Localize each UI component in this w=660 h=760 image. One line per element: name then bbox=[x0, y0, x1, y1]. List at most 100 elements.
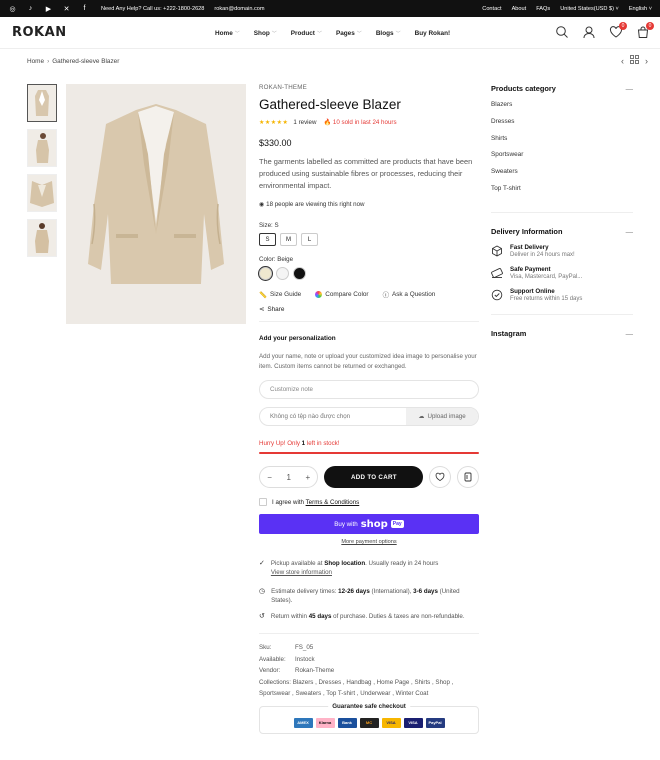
instagram-icon[interactable]: ◎ bbox=[8, 5, 17, 13]
thumbnail-2[interactable] bbox=[27, 129, 57, 167]
breadcrumb: Home › Gathered-sleeve Blazer bbox=[27, 58, 119, 65]
review-count[interactable]: 1 review bbox=[293, 119, 316, 126]
return-pre: Return within bbox=[270, 613, 309, 620]
return-days: 45 days bbox=[308, 613, 332, 620]
ask-question-link[interactable]: ⓘ Ask a Question bbox=[383, 290, 436, 299]
currency-value: United States(USD $) bbox=[560, 5, 614, 12]
color-black[interactable] bbox=[293, 267, 306, 280]
add-wishlist-button[interactable] bbox=[429, 466, 452, 488]
size-l[interactable]: L bbox=[301, 233, 318, 246]
file-name[interactable]: Không có tệp nào được chọn bbox=[260, 408, 406, 425]
divider bbox=[259, 321, 479, 322]
category-blazers[interactable]: Blazers bbox=[491, 101, 633, 118]
site-header: ROKAN Home ﹀ Shop ﹀ Product ﹀ Pages ﹀ Blogs ﹀… bbox=[0, 17, 660, 49]
language-select[interactable]: English ˅ bbox=[629, 6, 652, 12]
nav-blogs[interactable]: Blogs ﹀ bbox=[376, 30, 401, 37]
top-bar: ◎ ♪ ▶ ✕ f Need Any Help? Call us: +222-1… bbox=[0, 0, 660, 17]
shop-pay-button[interactable]: Buy with shop Pay bbox=[259, 514, 479, 534]
quantity-value[interactable]: 1 bbox=[286, 473, 290, 482]
facebook-icon[interactable]: f bbox=[80, 5, 89, 12]
pickup-info: ✓ Pickup available at Shop location. Usu… bbox=[259, 559, 479, 577]
delivery-intl: 12-26 days bbox=[338, 588, 370, 595]
categories-header[interactable]: Products category — bbox=[491, 84, 633, 93]
product-price: $330.00 bbox=[259, 138, 292, 148]
add-to-cart-button[interactable]: ADD TO CART bbox=[324, 466, 424, 488]
breadcrumb-home[interactable]: Home bbox=[27, 58, 44, 65]
color-white[interactable] bbox=[276, 267, 289, 280]
upload-button[interactable]: ☁ Upload image bbox=[406, 408, 478, 425]
tiktok-icon[interactable]: ♪ bbox=[26, 5, 35, 12]
compare-color-link[interactable]: Compare Color bbox=[315, 291, 369, 298]
color-beige[interactable] bbox=[259, 267, 272, 280]
about-link[interactable]: About bbox=[512, 6, 527, 12]
store-info-link[interactable]: View store information bbox=[271, 568, 439, 577]
thumbnail-1[interactable] bbox=[27, 84, 57, 122]
compare-button[interactable] bbox=[457, 466, 479, 488]
collapse-icon[interactable]: — bbox=[626, 329, 633, 338]
upload-field: Không có tệp nào được chọn ☁ Upload image bbox=[259, 407, 479, 426]
help-phone: Need Any Help? Call us: +222-1800-2628 bbox=[101, 5, 205, 12]
prev-product-icon[interactable]: ‹ bbox=[621, 56, 624, 66]
compare-color-label: Compare Color bbox=[325, 291, 369, 298]
category-shirts[interactable]: Shirts bbox=[491, 135, 633, 152]
account-icon[interactable] bbox=[582, 25, 596, 39]
more-payment-options-link[interactable]: More payment options bbox=[259, 539, 479, 545]
youtube-icon[interactable]: ▶ bbox=[44, 5, 53, 13]
decrease-button[interactable]: − bbox=[267, 473, 272, 482]
available-key: Available: bbox=[259, 655, 286, 663]
increase-button[interactable]: + bbox=[305, 473, 310, 482]
category-sweaters[interactable]: Sweaters bbox=[491, 168, 633, 185]
delivery-header[interactable]: Delivery Information — bbox=[491, 227, 633, 236]
stock-bar bbox=[259, 452, 479, 454]
cart-icon[interactable]: 0 bbox=[636, 22, 654, 39]
nav-product[interactable]: Product ﹀ bbox=[291, 30, 322, 37]
sidebar: Products category — Blazers Dresses Shirt… bbox=[491, 84, 633, 338]
nav-buy[interactable]: Buy Rokan! bbox=[415, 30, 451, 37]
collapse-icon[interactable]: — bbox=[626, 84, 633, 93]
nav-pages[interactable]: Pages ﹀ bbox=[336, 30, 362, 37]
instagram-header[interactable]: Instagram — bbox=[491, 329, 633, 338]
terms-checkbox[interactable] bbox=[259, 498, 267, 506]
delivery-estimate: ◷ Estimate delivery times: 12-26 days (I… bbox=[259, 587, 479, 605]
customize-note-input[interactable]: Customize note bbox=[259, 380, 479, 399]
share-link[interactable]: ⋖ Share bbox=[259, 305, 479, 314]
help-email[interactable]: rokan@domain.com bbox=[214, 6, 264, 12]
size-guide-link[interactable]: 📏 Size Guide bbox=[259, 291, 301, 299]
thumbnail-list bbox=[27, 84, 57, 264]
logo[interactable]: ROKAN bbox=[12, 25, 67, 40]
nav-pages-label: Pages bbox=[335, 29, 355, 37]
size-s[interactable]: S bbox=[259, 233, 276, 246]
vendor-value[interactable]: Rokan-Theme bbox=[295, 667, 334, 674]
stock-warning: Hurry Up! Only 1 left in stock! bbox=[259, 440, 479, 447]
sku-key: Sku: bbox=[259, 644, 272, 651]
size-label: Size: S bbox=[259, 222, 279, 229]
thumbnail-3[interactable] bbox=[27, 174, 57, 212]
sku-value: FS_05 bbox=[295, 644, 314, 651]
currency-select[interactable]: United States(USD $) ˅ bbox=[560, 6, 619, 12]
contact-link[interactable]: Contact bbox=[482, 6, 501, 12]
collapse-icon[interactable]: — bbox=[626, 227, 633, 236]
category-sportswear[interactable]: Sportswear bbox=[491, 151, 633, 168]
category-dresses[interactable]: Dresses bbox=[491, 118, 633, 135]
terms-link[interactable]: Terms & Conditions bbox=[306, 499, 360, 506]
x-icon[interactable]: ✕ bbox=[62, 5, 71, 13]
return-icon: ↺ bbox=[259, 613, 265, 620]
search-icon[interactable] bbox=[555, 25, 569, 39]
product-main-image[interactable] bbox=[66, 84, 246, 324]
size-m[interactable]: M bbox=[280, 233, 297, 246]
size-options: S M L bbox=[259, 233, 479, 246]
delivery-fast-title: Fast Delivery bbox=[510, 243, 549, 251]
next-product-icon[interactable]: › bbox=[645, 56, 648, 66]
social-links: ◎ ♪ ▶ ✕ f bbox=[8, 5, 89, 13]
faqs-link[interactable]: FAQs bbox=[536, 6, 550, 12]
wishlist-icon[interactable]: 0 bbox=[609, 22, 627, 39]
product-brand[interactable]: ROKAN-THEME bbox=[259, 84, 479, 91]
nav-shop[interactable]: Shop ﹀ bbox=[254, 30, 277, 37]
delivery-support-sub: Free returns within 15 days bbox=[510, 295, 583, 302]
sku-row: Sku: FS_05 bbox=[259, 642, 479, 654]
category-top-tshirt[interactable]: Top T-shirt bbox=[491, 185, 633, 202]
amex-icon: AMEX bbox=[293, 717, 313, 728]
thumbnail-4[interactable] bbox=[27, 219, 57, 257]
grid-icon[interactable] bbox=[630, 55, 639, 66]
nav-home[interactable]: Home ﹀ bbox=[215, 30, 240, 37]
